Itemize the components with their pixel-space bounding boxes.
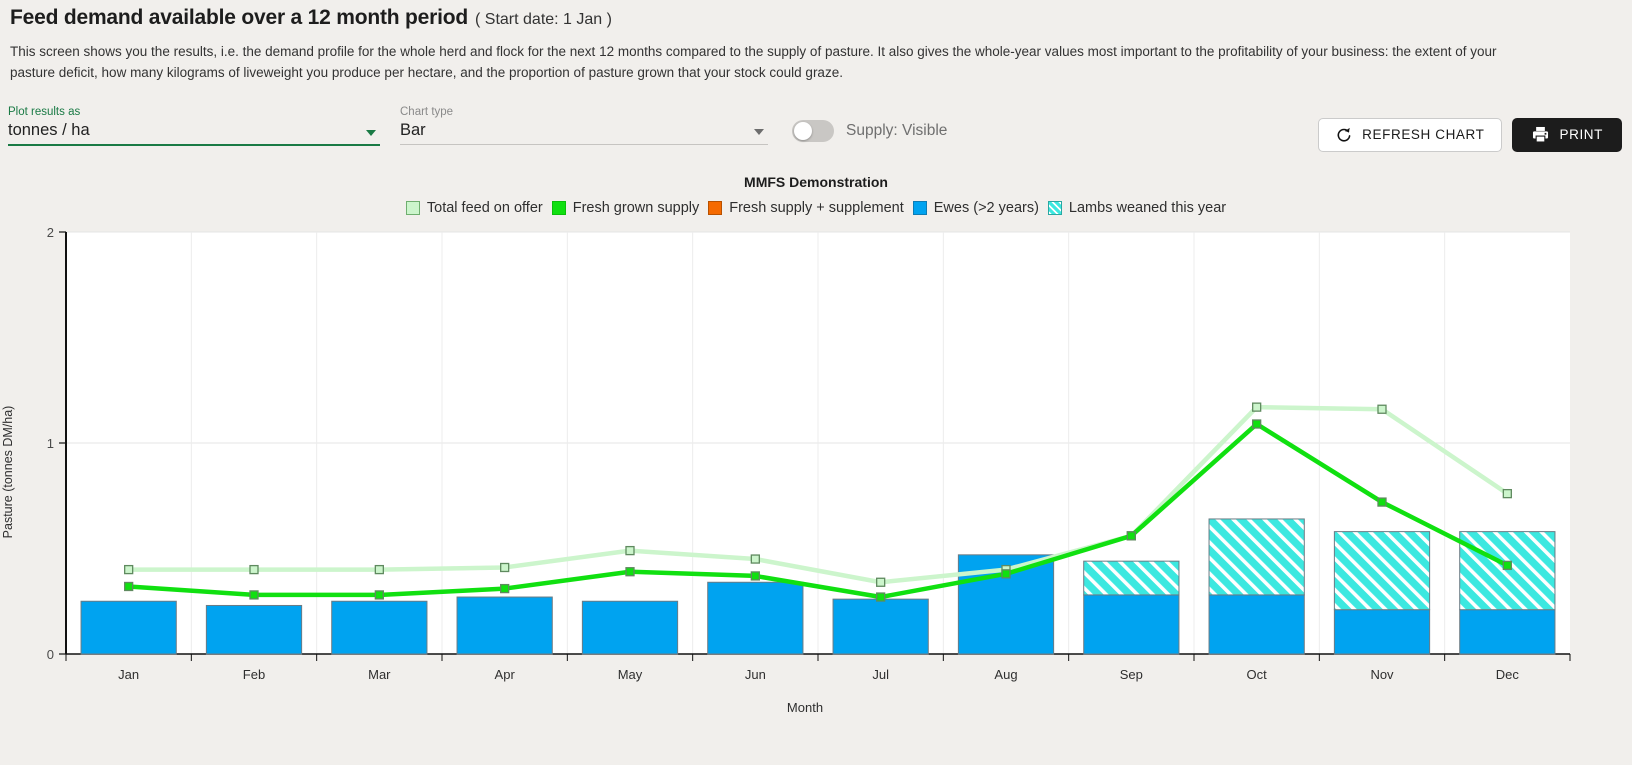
x-axis-tick-label: Mar [368, 667, 391, 682]
print-button[interactable]: PRINT [1511, 117, 1622, 152]
x-axis-tick-label: Feb [243, 667, 265, 682]
supply-visible-label: Supply: Visible [846, 121, 948, 139]
x-axis-tick-label: May [618, 667, 643, 682]
chart-title: MMFS Demonstration [744, 173, 888, 190]
series-marker[interactable] [124, 564, 134, 575]
series-marker[interactable] [1252, 402, 1262, 412]
legend-label-lambs-weaned: Lambs weaned this year [1068, 199, 1227, 216]
x-axis-tick-label: Apr [495, 667, 516, 682]
chart-type-select[interactable]: Chart type Bar [400, 106, 768, 145]
bar-segment[interactable] [1083, 560, 1180, 596]
series-marker[interactable] [1126, 531, 1136, 541]
legend-swatch-fresh-grown-supply [551, 200, 566, 215]
legend-swatch-total-feed-on-offer [405, 200, 420, 215]
series-marker[interactable] [750, 554, 760, 564]
plot-results-as-underline [8, 143, 380, 146]
supply-visible-toggle[interactable] [792, 119, 834, 142]
series-marker[interactable] [1377, 497, 1387, 507]
series-marker[interactable] [625, 545, 635, 556]
y-axis-tick-label: 0 [47, 647, 54, 662]
x-axis-tick-label: Oct [1247, 667, 1268, 682]
controls-bar: Plot results as tonnes / ha Chart type B… [0, 100, 1632, 162]
bar-segment[interactable] [1208, 594, 1305, 655]
x-axis-tick-label: Aug [994, 667, 1017, 682]
plot-results-as-value: tonnes / ha [8, 120, 90, 139]
bar-segment[interactable] [832, 598, 929, 655]
refresh-chart-label: REFRESH CHART [1362, 127, 1485, 143]
bar-segment[interactable] [80, 600, 177, 655]
legend-item-lambs-weaned[interactable]: Lambs weaned this year [1047, 199, 1227, 216]
legend-item-fresh-grown-supply[interactable]: Fresh grown supply [551, 199, 700, 216]
bar-segment[interactable] [1459, 609, 1556, 655]
chart-legend: Total feed on offer Fresh grown supply F… [0, 200, 1632, 216]
legend-swatch-ewes [912, 200, 927, 215]
legend-swatch-fresh-supply-plus-supplement [708, 200, 723, 215]
printer-icon [1532, 127, 1548, 143]
chevron-down-icon [754, 128, 764, 135]
print-label: PRINT [1559, 127, 1603, 143]
supply-visibility-toggle-group[interactable]: Supply: Visible [792, 119, 948, 142]
series-marker[interactable] [876, 577, 886, 587]
title-row: Feed demand available over a 12 month pe… [10, 6, 1622, 30]
series-marker[interactable] [374, 590, 384, 600]
series-marker[interactable] [249, 564, 259, 575]
series-marker[interactable] [1001, 569, 1011, 579]
series-marker[interactable] [124, 581, 134, 591]
x-axis-tick-label: Nov [1370, 667, 1394, 682]
page-subtitle: ( Start date: 1 Jan ) [475, 11, 612, 28]
page-title: Feed demand available over a 12 month pe… [10, 6, 469, 29]
legend-label-total-feed-on-offer: Total feed on offer [426, 199, 543, 216]
series-marker[interactable] [1502, 560, 1512, 570]
refresh-chart-button[interactable]: REFRESH CHART [1318, 117, 1502, 152]
page-header: Feed demand available over a 12 month pe… [0, 0, 1632, 84]
y-axis-tick-label: 2 [47, 225, 54, 240]
page-description: This screen shows you the results, i.e. … [10, 44, 1497, 80]
chart-canvas[interactable]: 0 1 2 Jan Feb Mar Apr May Jun Jul Aug Sep Oct Nov Dec M… [0, 222, 1632, 722]
chart-type-value: Bar [400, 120, 426, 139]
bar-segment[interactable] [456, 596, 553, 655]
chart-plot-area: Pasture (tonnes DM/ha) 0 1 2 Jan Feb Mar Apr Ma… [0, 222, 1632, 722]
series-marker[interactable] [876, 592, 886, 602]
x-axis-tick-label: Sep [1120, 667, 1143, 682]
bar-segment[interactable] [707, 581, 804, 655]
series-marker[interactable] [1377, 404, 1387, 414]
chart-type-label: Chart type [400, 105, 454, 118]
bar-segment[interactable] [1333, 530, 1431, 611]
series-marker[interactable] [249, 590, 259, 600]
y-axis-tick-label: 1 [47, 436, 54, 451]
x-axis-tick-label: Jan [118, 667, 139, 682]
x-axis-tick-label: Jun [745, 667, 766, 682]
chart-type-underline [400, 143, 768, 145]
chevron-down-icon [366, 129, 376, 136]
legend-label-ewes: Ewes (>2 years) [933, 199, 1039, 216]
legend-item-fresh-supply-plus-supplement[interactable]: Fresh supply + supplement [708, 200, 904, 216]
legend-swatch-lambs-weaned [1047, 200, 1062, 215]
series-marker[interactable] [625, 566, 635, 577]
action-buttons: REFRESH CHART PRINT [1318, 117, 1622, 152]
series-marker[interactable] [1502, 488, 1512, 499]
bar-segment[interactable] [1208, 518, 1305, 596]
x-axis-tick-label: Jul [872, 667, 889, 682]
bar-segment[interactable] [205, 604, 303, 655]
bar-segment[interactable] [331, 600, 428, 655]
series-marker[interactable] [500, 583, 510, 594]
bar-segment[interactable] [1459, 530, 1556, 611]
legend-label-fresh-grown-supply: Fresh grown supply [572, 199, 700, 216]
refresh-icon [1337, 128, 1351, 142]
legend-label-fresh-supply-plus-supplement: Fresh supply + supplement [729, 199, 904, 216]
bar-segment[interactable] [1333, 609, 1431, 655]
toggle-knob [794, 121, 812, 140]
bar-segment[interactable] [581, 600, 679, 655]
series-marker[interactable] [750, 571, 760, 581]
series-marker[interactable] [374, 564, 384, 575]
series-marker[interactable] [500, 562, 510, 572]
bar-segment[interactable] [1083, 594, 1180, 655]
plot-results-as-select[interactable]: Plot results as tonnes / ha [8, 106, 380, 146]
x-axis-title: Month [787, 700, 823, 715]
x-axis-tick-label: Dec [1496, 667, 1520, 682]
plot-results-as-label: Plot results as [8, 105, 81, 118]
legend-item-total-feed-on-offer[interactable]: Total feed on offer [405, 199, 543, 216]
series-marker[interactable] [1252, 419, 1262, 429]
legend-item-ewes[interactable]: Ewes (>2 years) [912, 199, 1039, 216]
